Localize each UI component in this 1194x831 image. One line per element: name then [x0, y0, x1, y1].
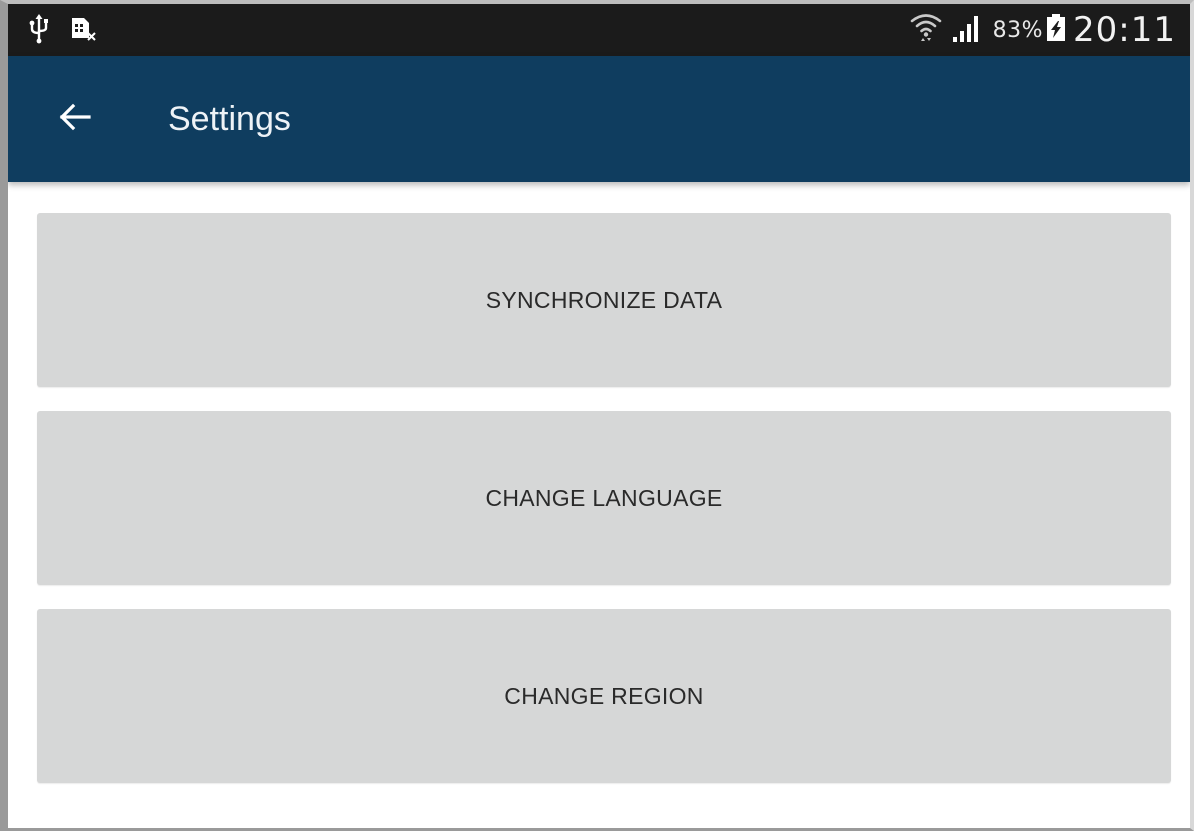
battery-icon — [1045, 13, 1067, 48]
synchronize-data-label: SYNCHRONIZE DATA — [485, 286, 723, 313]
change-language-button[interactable]: CHANGE LANGUAGE — [37, 411, 1171, 585]
app-bar: Settings — [8, 56, 1190, 182]
settings-content: SYNCHRONIZE DATA CHANGE LANGUAGE CHANGE … — [8, 182, 1190, 828]
synchronize-data-button[interactable]: SYNCHRONIZE DATA — [37, 213, 1171, 387]
wifi-icon — [909, 11, 943, 50]
change-language-label: CHANGE LANGUAGE — [485, 484, 723, 511]
status-bar: 83% 20:11 — [8, 4, 1190, 56]
device-screen: 83% 20:11 Settings SYNCHRONIZE DATA CHAN… — [0, 0, 1194, 831]
status-left-icons — [28, 14, 96, 49]
page-title: Settings — [168, 100, 291, 138]
arrow-left-icon — [58, 103, 92, 136]
change-region-label: CHANGE REGION — [504, 682, 704, 709]
sim-card-icon — [70, 16, 96, 47]
back-button[interactable] — [48, 92, 102, 146]
clock: 20:11 — [1073, 10, 1176, 50]
status-right-icons: 83% 20:11 — [909, 8, 1176, 52]
signal-icon — [951, 13, 985, 48]
change-region-button[interactable]: CHANGE REGION — [37, 609, 1171, 783]
usb-icon — [28, 14, 50, 49]
battery-percent: 83% — [992, 17, 1044, 43]
